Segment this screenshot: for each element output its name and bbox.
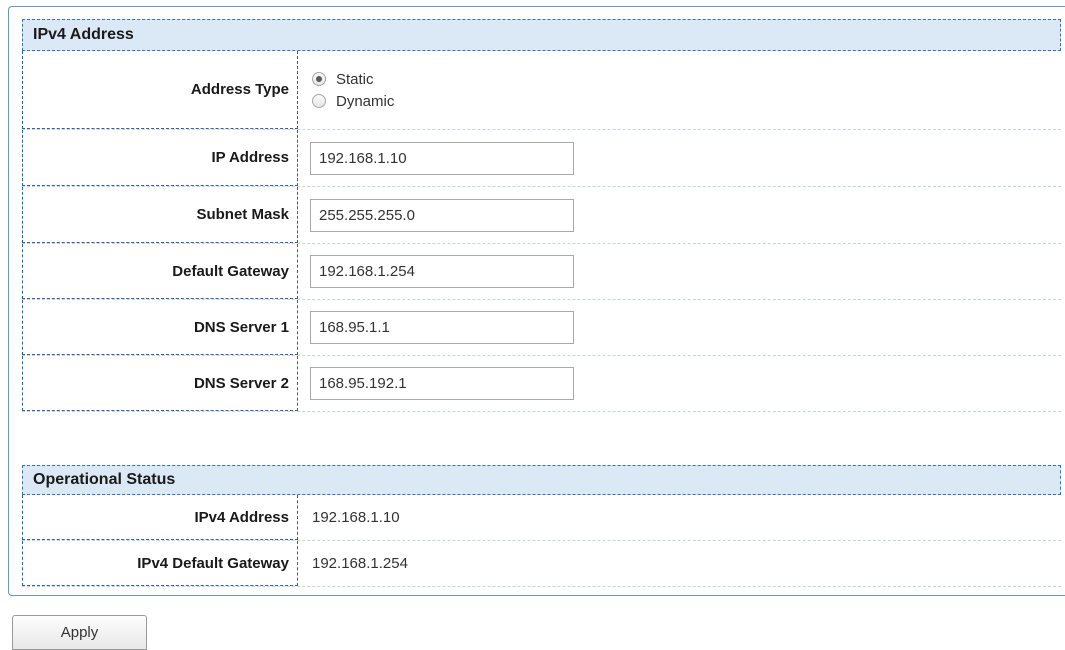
address-type-row: Address Type Static Dynamic [22,51,1061,130]
radio-static[interactable]: Static [312,69,394,89]
dns-server-2-label: DNS Server 2 [22,356,298,411]
status-ipv4-address-row: IPv4 Address 192.168.1.10 [22,495,1061,541]
subnet-mask-row: Subnet Mask [22,187,1061,244]
radio-static-label[interactable]: Static [336,71,374,88]
subnet-mask-label: Subnet Mask [22,187,298,243]
address-type-radio-group: Static Dynamic [310,69,394,111]
status-ipv4-default-gateway-row: IPv4 Default Gateway 192.168.1.254 [22,541,1061,587]
default-gateway-field[interactable] [310,255,574,288]
status-ipv4-address-value: 192.168.1.10 [312,509,400,526]
status-ipv4-default-gateway-label: IPv4 Default Gateway [22,541,298,586]
apply-button[interactable]: Apply [12,615,147,650]
default-gateway-row: Default Gateway [22,244,1061,300]
dns-server-2-row: DNS Server 2 [22,356,1061,412]
dns-server-2-field[interactable] [310,367,574,400]
dns-server-1-field[interactable] [310,311,574,344]
subnet-mask-field[interactable] [310,198,574,232]
operational-status-section-header: Operational Status [22,465,1061,495]
default-gateway-label: Default Gateway [22,244,298,299]
ipv4-settings-panel: IPv4 Address Address Type Static Dynamic… [8,6,1065,596]
radio-dynamic[interactable]: Dynamic [312,91,394,111]
dns-server-1-row: DNS Server 1 [22,300,1061,356]
ip-address-row: IP Address [22,130,1061,187]
ip-address-field[interactable] [310,141,574,175]
status-ipv4-address-label: IPv4 Address [22,495,298,540]
ip-address-label: IP Address [22,130,298,186]
ipv4-address-section-header: IPv4 Address [22,19,1061,51]
status-ipv4-default-gateway-value: 192.168.1.254 [312,555,408,572]
address-type-label: Address Type [22,51,298,129]
dns-server-1-label: DNS Server 1 [22,300,298,355]
radio-dynamic-indicator[interactable] [312,94,326,108]
radio-dynamic-label[interactable]: Dynamic [336,93,394,110]
radio-static-indicator[interactable] [312,72,326,86]
